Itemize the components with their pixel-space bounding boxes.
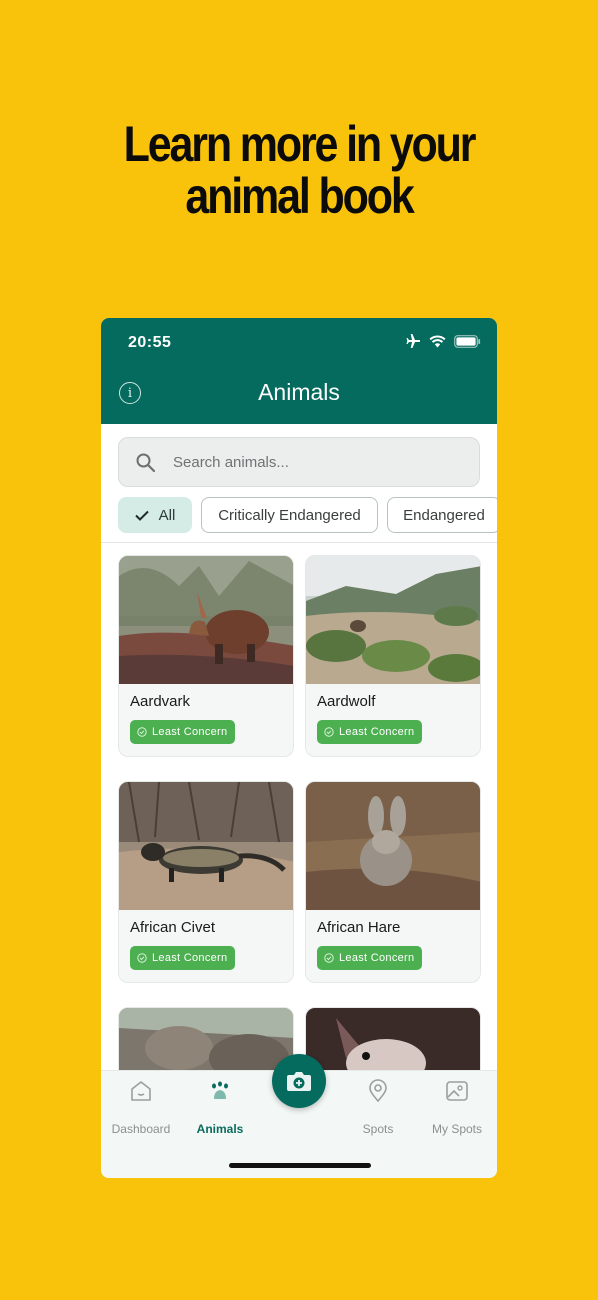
filter-chip-label: Endangered xyxy=(403,506,485,524)
status-badge-label: Least Concern xyxy=(152,952,228,964)
headline-line-1: Learn more in your xyxy=(123,116,477,172)
filter-chip-all[interactable]: All xyxy=(118,497,192,533)
animal-card-aardvark[interactable]: Aardvark Least Concern xyxy=(118,555,294,757)
page-title: Animals xyxy=(258,379,340,405)
nav-label: Dashboard xyxy=(111,1122,171,1136)
animal-card-partial[interactable] xyxy=(305,1007,481,1070)
search-input[interactable] xyxy=(173,438,463,486)
search-bar[interactable] xyxy=(118,437,480,487)
airplane-mode-icon xyxy=(406,334,420,348)
app-bar: 20:55 i Animals xyxy=(101,318,497,424)
animal-name: African Hare xyxy=(317,919,401,936)
home-indicator xyxy=(229,1163,371,1168)
status-badge-label: Least Concern xyxy=(339,952,415,964)
animal-photo xyxy=(306,1008,480,1070)
check-circle-icon xyxy=(137,727,147,737)
animal-name: Aardwolf xyxy=(317,693,376,710)
aardvark-photo xyxy=(119,556,293,684)
african-civet-photo xyxy=(119,782,293,910)
filter-chip-label: Critically Endangered xyxy=(218,506,361,524)
add-spot-camera-button[interactable] xyxy=(272,1054,326,1108)
check-circle-icon xyxy=(324,953,334,963)
nav-label: Spots xyxy=(362,1122,394,1136)
status-time: 20:55 xyxy=(128,334,172,351)
filter-chip-label: All xyxy=(158,506,176,524)
filter-chips: All Critically Endangered Endangered xyxy=(118,497,497,533)
nav-label: My Spots xyxy=(431,1122,482,1136)
nav-label: Animals xyxy=(196,1122,244,1136)
camera-plus-icon xyxy=(287,1072,311,1091)
filter-chip-critically-endangered[interactable]: Critically Endangered xyxy=(201,497,378,533)
animal-card-partial[interactable] xyxy=(118,1007,294,1070)
status-badge: Least Concern xyxy=(130,946,236,970)
animal-grid: Aardvark Least Concern Aardwolf Least Co… xyxy=(101,544,497,1070)
animal-card-african-civet[interactable]: African Civet Least Concern xyxy=(118,781,294,983)
location-pin-icon xyxy=(369,1079,387,1103)
animal-name: African Civet xyxy=(130,919,216,936)
animal-card-aardwolf[interactable]: Aardwolf Least Concern xyxy=(305,555,481,757)
african-hare-photo xyxy=(306,782,480,910)
status-badge-label: Least Concern xyxy=(339,726,415,738)
search-icon xyxy=(136,453,155,472)
headline-line-2: animal book xyxy=(185,168,414,224)
animal-card-african-hare[interactable]: African Hare Least Concern xyxy=(305,781,481,983)
wifi-icon xyxy=(429,334,446,347)
divider xyxy=(101,542,497,543)
gallery-icon xyxy=(446,1081,468,1101)
phone-screen: 20:55 i Animals Search animals... All Cr… xyxy=(101,318,497,1178)
check-icon xyxy=(134,510,149,521)
animal-name: Aardvark xyxy=(130,693,191,710)
battery-icon xyxy=(454,334,481,348)
animal-photo xyxy=(119,1008,293,1070)
status-badge: Least Concern xyxy=(130,720,236,744)
status-badge: Least Concern xyxy=(317,720,423,744)
filter-chip-endangered[interactable]: Endangered xyxy=(387,497,497,533)
check-circle-icon xyxy=(324,727,334,737)
status-badge: Least Concern xyxy=(317,946,423,970)
status-badge-label: Least Concern xyxy=(152,726,228,738)
headline: Learn more in your animal book xyxy=(42,118,556,222)
paw-icon xyxy=(212,1081,228,1099)
aardwolf-photo xyxy=(306,556,480,684)
home-icon xyxy=(131,1081,151,1101)
status-icons xyxy=(405,334,481,348)
check-circle-icon xyxy=(137,953,147,963)
